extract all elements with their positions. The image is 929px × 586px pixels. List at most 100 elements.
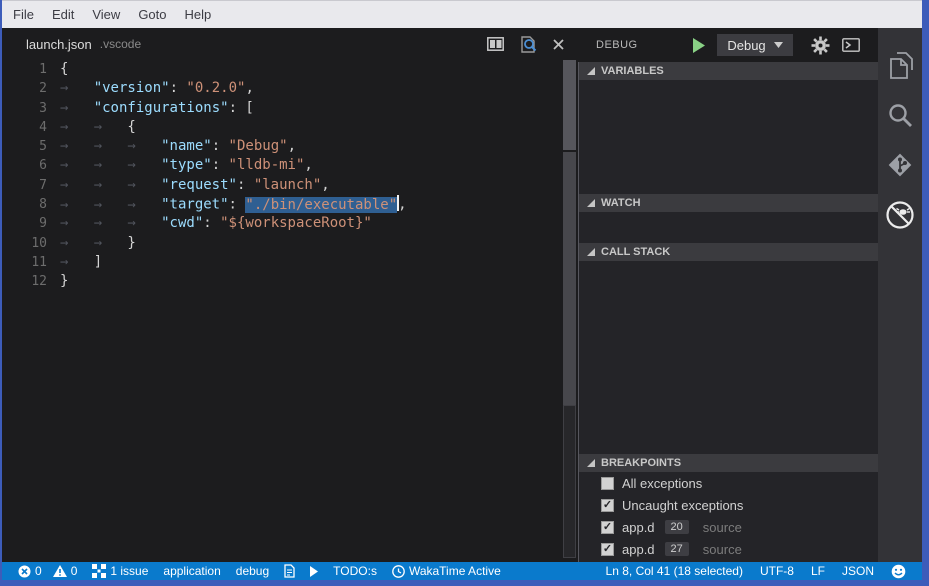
- code-token: {: [127, 119, 135, 135]
- code-token: : [: [229, 100, 254, 116]
- breakpoint-row[interactable]: ✓app.d20source: [579, 516, 878, 538]
- section-expand-icon: [587, 459, 595, 467]
- tab-whitespace-arrow: →: [127, 156, 161, 175]
- encoding-indicator[interactable]: UTF-8: [756, 564, 798, 578]
- todo-button[interactable]: TODO:s: [329, 564, 381, 578]
- debug-toolbar: DEBUG Debug: [578, 28, 878, 62]
- breakpoint-label: app.d: [622, 542, 655, 557]
- section-header-breakpoints[interactable]: BREAKPOINTS: [579, 454, 878, 472]
- code-line[interactable]: 4→→{: [2, 118, 578, 137]
- files-icon[interactable]: [878, 40, 922, 90]
- start-debug-button[interactable]: [693, 38, 705, 53]
- cursor-position[interactable]: Ln 8, Col 41 (18 selected): [602, 564, 747, 578]
- vscode-window: FileEditViewGotoHelp launch.json .vscode: [0, 0, 929, 586]
- open-preview-icon[interactable]: [519, 36, 538, 53]
- language-label: JSON: [842, 564, 874, 578]
- project-name[interactable]: application: [159, 564, 224, 578]
- activity-bar: [878, 28, 922, 562]
- problems-indicator[interactable]: 0 0: [14, 564, 81, 578]
- menu-item-help[interactable]: Help: [176, 1, 221, 28]
- tab-whitespace-arrow: →: [60, 196, 94, 215]
- tab-whitespace-arrow: →: [60, 234, 94, 253]
- warning-count: 0: [71, 564, 78, 578]
- breakpoint-checkbox[interactable]: ✓: [601, 499, 614, 512]
- tab-whitespace-arrow: →: [94, 156, 128, 175]
- line-number: 2: [2, 79, 47, 98]
- run-build-button[interactable]: [306, 566, 322, 577]
- call-stack-body[interactable]: [579, 261, 878, 454]
- breakpoint-checkbox[interactable]: ✓: [601, 521, 614, 534]
- section-header-variables[interactable]: VARIABLES: [579, 62, 878, 80]
- breakpoint-line-badge: 27: [665, 542, 689, 556]
- editor-group: launch.json .vscode: [2, 28, 578, 562]
- editor-tab-filename[interactable]: launch.json: [26, 37, 92, 52]
- line-number: 3: [2, 99, 47, 118]
- breakpoint-row[interactable]: All exceptions: [579, 472, 878, 494]
- search-icon[interactable]: [878, 90, 922, 140]
- eol-label: LF: [811, 564, 825, 578]
- sidebar-sections: VARIABLES WATCH CALL STACK BREAKPOINTS: [578, 62, 878, 562]
- section-header-call-stack[interactable]: CALL STACK: [579, 243, 878, 261]
- section-label: WATCH: [601, 197, 641, 209]
- git-icon[interactable]: [878, 140, 922, 190]
- code-line[interactable]: 3→"configurations": [: [2, 99, 578, 118]
- menu-item-file[interactable]: File: [4, 1, 43, 28]
- tab-whitespace-arrow: →: [60, 156, 94, 175]
- close-icon[interactable]: [553, 39, 564, 50]
- code-token: ,: [304, 157, 312, 173]
- line-content: →→→"target": "./bin/executable",: [60, 195, 407, 214]
- watch-body[interactable]: [579, 212, 878, 243]
- code-token: "request": [161, 177, 237, 193]
- breakpoint-checkbox[interactable]: ✓: [601, 543, 614, 556]
- error-count: 0: [35, 564, 42, 578]
- debug-console-icon[interactable]: [842, 38, 860, 52]
- code-line[interactable]: 1{: [2, 60, 578, 79]
- editor-scrollbar[interactable]: [563, 60, 576, 558]
- debug-icon[interactable]: [878, 190, 922, 240]
- code-token: "0.2.0": [186, 80, 245, 96]
- editor-actions: [487, 36, 564, 53]
- code-line[interactable]: 10→→}: [2, 234, 578, 253]
- line-number: 6: [2, 156, 47, 175]
- code-line[interactable]: 8→→→"target": "./bin/executable",: [2, 195, 578, 214]
- code-token: "./bin/executable": [245, 197, 397, 213]
- gear-icon[interactable]: [811, 36, 830, 55]
- menu-item-goto[interactable]: Goto: [129, 1, 175, 28]
- code-line[interactable]: 5→→→"name": "Debug",: [2, 137, 578, 156]
- document-icon[interactable]: [280, 564, 299, 578]
- code-line[interactable]: 2→"version": "0.2.0",: [2, 79, 578, 98]
- scrollbar-thumb[interactable]: [563, 60, 576, 150]
- menu-item-edit[interactable]: Edit: [43, 1, 83, 28]
- code-token: :: [212, 138, 229, 154]
- section-header-watch[interactable]: WATCH: [579, 194, 878, 212]
- tab-whitespace-arrow: →: [127, 137, 161, 156]
- code-token: :: [212, 157, 229, 173]
- tab-whitespace-arrow: →: [94, 176, 128, 195]
- variables-body[interactable]: [579, 80, 878, 194]
- line-number: 7: [2, 176, 47, 195]
- build-config-label: debug: [236, 564, 269, 578]
- code-line[interactable]: 6→→→"type": "lldb-mi",: [2, 156, 578, 175]
- menu-item-view[interactable]: View: [83, 1, 129, 28]
- debug-config-dropdown[interactable]: Debug: [717, 34, 793, 56]
- line-number: 12: [2, 272, 47, 291]
- breakpoint-row[interactable]: ✓app.d27source: [579, 538, 878, 560]
- section-expand-icon: [587, 248, 595, 256]
- code-token: "lldb-mi": [229, 157, 305, 173]
- chevron-down-icon: [774, 42, 783, 48]
- code-line[interactable]: 11→]: [2, 253, 578, 272]
- code-line[interactable]: 9→→→"cwd": "${workspaceRoot}": [2, 214, 578, 233]
- eol-indicator[interactable]: LF: [807, 564, 829, 578]
- code-line[interactable]: 7→→→"request": "launch",: [2, 176, 578, 195]
- wakatime-status[interactable]: WakaTime Active: [388, 564, 505, 578]
- language-mode[interactable]: JSON: [838, 564, 878, 578]
- tab-whitespace-arrow: →: [60, 176, 94, 195]
- split-editor-icon[interactable]: [487, 37, 504, 51]
- feedback-smiley-icon[interactable]: [887, 564, 910, 579]
- linter-issues[interactable]: 1 issue: [88, 564, 152, 578]
- tab-whitespace-arrow: →: [60, 79, 94, 98]
- code-line[interactable]: 12}: [2, 272, 578, 291]
- build-config[interactable]: debug: [232, 564, 273, 578]
- breakpoint-checkbox[interactable]: [601, 477, 614, 490]
- breakpoint-row[interactable]: ✓Uncaught exceptions: [579, 494, 878, 516]
